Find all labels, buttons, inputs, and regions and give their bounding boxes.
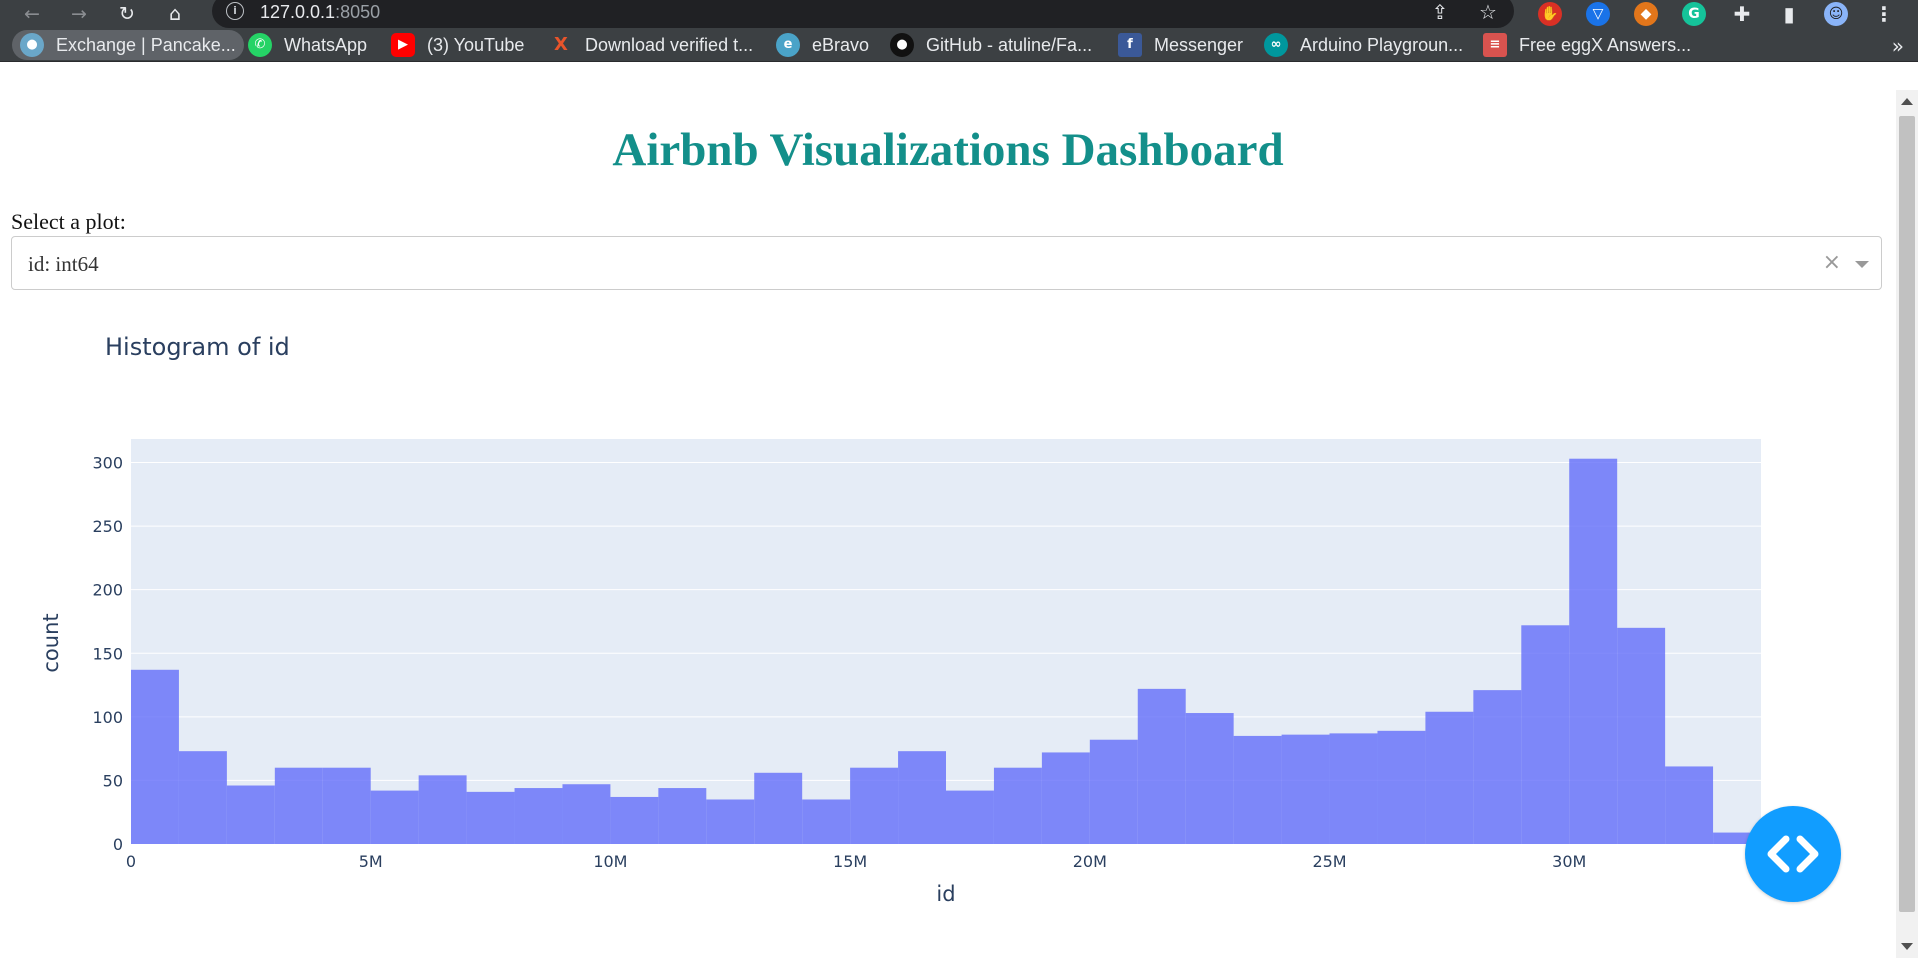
histogram-bar[interactable] <box>610 796 659 844</box>
histogram-bar[interactable] <box>370 790 419 844</box>
histogram-bar[interactable] <box>226 785 275 844</box>
scroll-up-arrow-icon[interactable] <box>1901 98 1913 105</box>
arduino-icon: ∞ <box>1264 33 1288 57</box>
histogram-bar[interactable] <box>1521 625 1570 844</box>
bookmarks-bar: ● Exchange | Pancake... ✆ WhatsApp ▶ (3) Yo… <box>0 28 1918 62</box>
histogram-bar[interactable] <box>802 799 851 844</box>
histogram-bar[interactable] <box>898 751 946 844</box>
histogram-bar[interactable] <box>850 767 899 844</box>
y-tick-label: 150 <box>92 644 123 663</box>
bookmark-ebravo[interactable]: e eBravo <box>768 30 877 60</box>
x-tick-label: 20M <box>1073 852 1107 871</box>
bookmark-github[interactable]: ● GitHub - atuline/Fa... <box>882 30 1100 60</box>
bookmark-pancakeswap[interactable]: ● Exchange | Pancake... <box>12 30 244 60</box>
url-text: 127.0.0.1:8050 <box>260 2 381 22</box>
histogram-bar[interactable] <box>466 791 515 844</box>
reload-icon[interactable]: ↻ <box>115 2 139 26</box>
back-arrow-icon[interactable]: ← <box>20 2 44 26</box>
histogram-bar[interactable] <box>1089 739 1138 844</box>
bookmarks-overflow-icon[interactable]: » <box>1892 34 1904 58</box>
histogram-bar[interactable] <box>1569 458 1618 844</box>
x-tick-label: 30M <box>1552 852 1586 871</box>
y-tick-label: 300 <box>92 454 123 473</box>
histogram-bar[interactable] <box>1233 735 1282 844</box>
histogram-bar[interactable] <box>562 784 611 844</box>
chart-title: Histogram of id <box>105 333 290 361</box>
bookmark-messenger[interactable]: f Messenger <box>1110 30 1251 60</box>
histogram-bar[interactable] <box>658 788 707 844</box>
menu-kebab-icon[interactable]: ⋮ <box>1872 2 1896 26</box>
x-tick-label: 10M <box>593 852 627 871</box>
grammarly-extension-icon[interactable]: G <box>1682 2 1706 26</box>
bookmark-arduino[interactable]: ∞ Arduino Playgroun... <box>1256 30 1471 60</box>
metamask-extension-icon[interactable]: ◆ <box>1634 2 1658 26</box>
bookmark-whatsapp[interactable]: ✆ WhatsApp <box>240 30 375 60</box>
extensions-puzzle-icon[interactable]: ✚ <box>1730 2 1754 26</box>
side-panel-icon[interactable]: ▮ <box>1777 2 1801 26</box>
x-tick-label: 5M <box>359 852 383 871</box>
share-icon[interactable]: ⇪ <box>1428 0 1452 24</box>
histogram-bar[interactable] <box>993 767 1042 844</box>
x-tick-label: 0 <box>126 852 136 871</box>
y-tick-label: 250 <box>92 517 123 536</box>
whatsapp-icon: ✆ <box>248 33 272 57</box>
forward-arrow-icon[interactable]: → <box>67 2 91 26</box>
bookmark-youtube[interactable]: ▶ (3) YouTube <box>383 30 532 60</box>
y-tick-label: 0 <box>113 835 123 854</box>
y-tick-label: 50 <box>103 771 123 790</box>
y-tick-label: 200 <box>92 581 123 600</box>
home-icon[interactable]: ⌂ <box>163 2 187 26</box>
bookmark-eggx[interactable]: ≡ Free eggX Answers... <box>1475 30 1699 60</box>
scroll-down-arrow-icon[interactable] <box>1901 943 1913 950</box>
y-axis-label: count <box>39 613 63 672</box>
browser-toolbar: ← → ↻ ⌂ i 127.0.0.1:8050 ⇪ ☆ ✋ ▽ ◆ G ✚ ▮… <box>0 0 1918 28</box>
histogram-bar[interactable] <box>1329 733 1378 844</box>
x-axis-label: id <box>936 882 955 906</box>
ebravo-icon: e <box>776 33 800 57</box>
download-x-icon: X <box>554 34 568 55</box>
pancakeswap-icon: ● <box>20 33 44 57</box>
histogram-chart: 0 50 100 150 200 250 300 0 5M 10M 15M 20M 25M 30M Hi… <box>39 333 1761 906</box>
histogram-bar[interactable] <box>1137 688 1186 844</box>
histogram-bar[interactable] <box>1665 766 1714 844</box>
histogram-bar[interactable] <box>131 669 179 844</box>
facebook-icon: f <box>1118 33 1142 57</box>
youtube-icon: ▶ <box>391 33 415 57</box>
page-scrollbar[interactable] <box>1896 90 1918 958</box>
histogram-bar[interactable] <box>418 775 467 844</box>
address-bar[interactable]: i 127.0.0.1:8050 ⇪ ☆ <box>212 0 1514 28</box>
histogram-bar[interactable] <box>1185 713 1234 844</box>
histogram-bar[interactable] <box>946 790 994 844</box>
histogram-bar[interactable] <box>178 751 227 844</box>
histogram-bar[interactable] <box>1377 730 1426 844</box>
dashboard-page: Airbnb Visualizations Dashboard Select a… <box>0 63 1896 958</box>
y-tick-label: 100 <box>92 708 123 727</box>
star-icon[interactable]: ☆ <box>1476 0 1500 24</box>
histogram-bar[interactable] <box>1425 711 1474 844</box>
x-tick-label: 15M <box>833 852 867 871</box>
github-icon: ● <box>890 33 914 57</box>
histogram-bar[interactable] <box>1473 690 1522 844</box>
bookmark-download-verified[interactable]: X Download verified t... <box>541 30 761 60</box>
histogram-bar[interactable] <box>274 767 323 844</box>
histogram-bar[interactable] <box>754 772 803 844</box>
x-tick-label: 25M <box>1312 852 1346 871</box>
code-brackets-icon <box>1767 835 1819 873</box>
histogram-bar[interactable] <box>1281 734 1330 844</box>
histogram-bar[interactable] <box>706 799 755 844</box>
histogram-bar[interactable] <box>322 767 371 844</box>
vpn-shield-extension-icon[interactable]: ▽ <box>1586 2 1610 26</box>
histogram-bar[interactable] <box>1041 752 1090 844</box>
profile-avatar-icon[interactable]: ☺ <box>1824 2 1848 26</box>
scrollbar-thumb[interactable] <box>1899 116 1915 912</box>
histogram-bar[interactable] <box>514 788 563 844</box>
adblock-extension-icon[interactable]: ✋ <box>1538 2 1562 26</box>
histogram-bar[interactable] <box>1617 627 1666 844</box>
site-info-icon[interactable]: i <box>226 2 244 20</box>
dash-debug-code-button[interactable] <box>1745 806 1841 902</box>
books-icon: ≡ <box>1483 33 1507 57</box>
